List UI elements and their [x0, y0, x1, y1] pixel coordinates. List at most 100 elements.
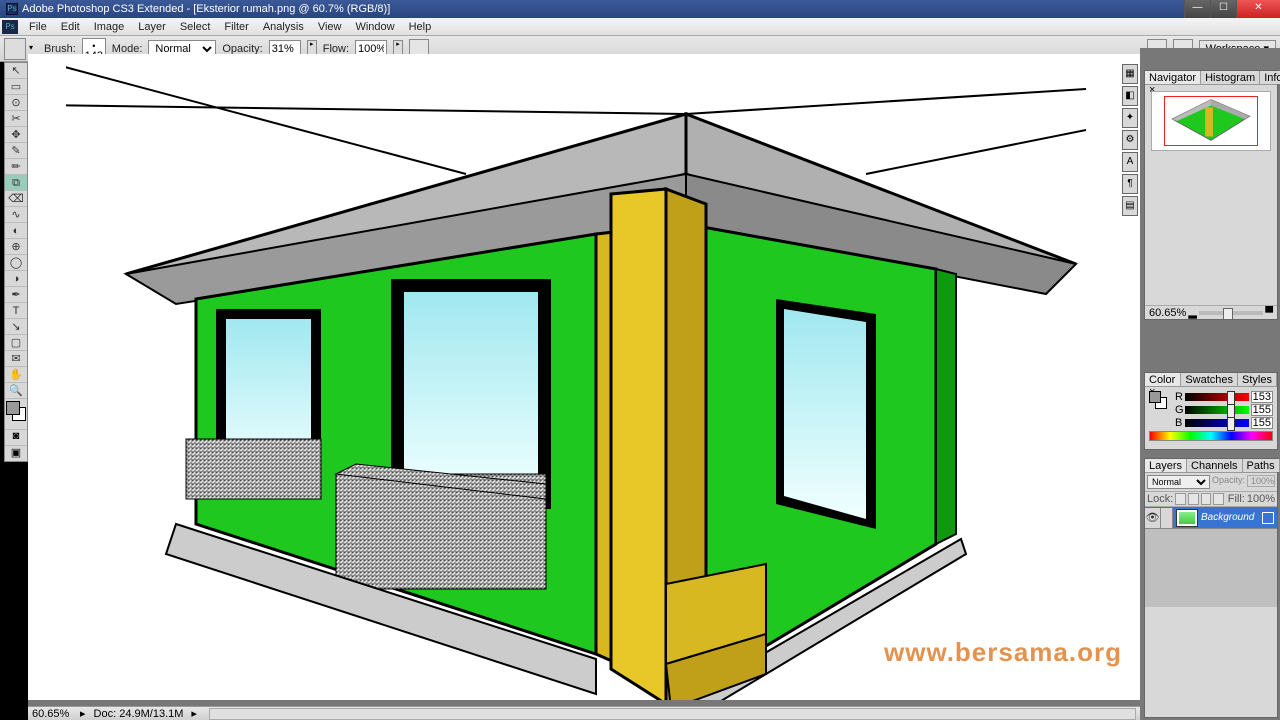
- brush-tool-icon[interactable]: ⧉: [5, 175, 27, 191]
- blur-tool-icon[interactable]: ◯: [5, 255, 27, 271]
- window-title: Adobe Photoshop CS3 Extended - [Eksterio…: [22, 3, 1184, 15]
- lock-position-icon[interactable]: [1201, 493, 1212, 505]
- notes-tool-icon[interactable]: ✉: [5, 351, 27, 367]
- zoom-in-icon[interactable]: ▀: [1265, 307, 1273, 319]
- nav-zoom-value[interactable]: 60.65%: [1149, 307, 1186, 319]
- path-select-tool-icon[interactable]: ↘: [5, 319, 27, 335]
- stamp-tool-icon[interactable]: ⌫: [5, 191, 27, 207]
- brush-label: Brush:: [44, 43, 76, 55]
- flow-label: Flow:: [323, 43, 349, 55]
- nav-zoom-slider[interactable]: [1199, 311, 1263, 315]
- layer-name[interactable]: Background: [1201, 512, 1262, 523]
- collapsed-dock: ▦ ◧ ✦ ⚙ A ¶ ▤: [1120, 62, 1140, 218]
- dock-icon-6[interactable]: ¶: [1122, 174, 1138, 194]
- layer-item[interactable]: 👁 Background: [1145, 507, 1277, 529]
- minimize-button[interactable]: —: [1184, 0, 1210, 18]
- doc-info[interactable]: Doc: 24.9M/13.1M: [94, 708, 184, 720]
- document-canvas[interactable]: www.bersama.org: [28, 54, 1140, 700]
- color-swatch-pair[interactable]: [1149, 391, 1169, 411]
- dodge-tool-icon[interactable]: ◑: [5, 271, 27, 287]
- marquee-tool-icon[interactable]: ▭: [5, 79, 27, 95]
- layer-opacity-value[interactable]: 100%: [1247, 475, 1275, 487]
- pen-tool-icon[interactable]: ✒: [5, 287, 27, 303]
- dock-icon-2[interactable]: ◧: [1122, 86, 1138, 106]
- menu-select[interactable]: Select: [173, 19, 218, 35]
- foreground-color[interactable]: [6, 401, 20, 415]
- status-bar: 60.65% ▸ Doc: 24.9M/13.1M ▸: [28, 706, 1140, 720]
- g-slider[interactable]: [1185, 406, 1249, 414]
- navigator-thumbnail[interactable]: [1151, 91, 1271, 151]
- crop-tool-icon[interactable]: ✥: [5, 127, 27, 143]
- maximize-button[interactable]: ☐: [1210, 0, 1236, 18]
- menu-analysis[interactable]: Analysis: [256, 19, 311, 35]
- zoom-out-icon[interactable]: ▂: [1188, 306, 1196, 319]
- tab-channels[interactable]: Channels: [1187, 459, 1242, 472]
- layer-thumbnail[interactable]: [1176, 509, 1198, 527]
- tab-info[interactable]: Info: [1260, 71, 1280, 84]
- opacity-label: Opacity:: [222, 43, 262, 55]
- menu-file[interactable]: File: [22, 19, 54, 35]
- mode-label: Mode:: [112, 43, 143, 55]
- g-label: G: [1175, 404, 1183, 416]
- eraser-tool-icon[interactable]: ◐: [5, 223, 27, 239]
- menu-filter[interactable]: Filter: [217, 19, 255, 35]
- tab-styles[interactable]: Styles: [1238, 373, 1277, 386]
- dock-icon-3[interactable]: ✦: [1122, 108, 1138, 128]
- close-button[interactable]: ✕: [1236, 0, 1280, 18]
- zoom-readout[interactable]: 60.65%: [32, 708, 72, 720]
- r-slider[interactable]: [1185, 393, 1249, 401]
- screen-mode-toggle-icon[interactable]: ▣: [5, 445, 27, 461]
- zoom-tool-icon[interactable]: 🔍: [5, 383, 27, 399]
- gradient-tool-icon[interactable]: ⊕: [5, 239, 27, 255]
- type-tool-icon[interactable]: T: [5, 303, 27, 319]
- tool-preset-picker[interactable]: [4, 38, 26, 60]
- history-brush-tool-icon[interactable]: ∿: [5, 207, 27, 223]
- tab-paths[interactable]: Paths: [1243, 459, 1280, 472]
- r-value[interactable]: 153: [1251, 391, 1273, 403]
- move-tool-icon[interactable]: ↖: [5, 63, 27, 79]
- menu-image[interactable]: Image: [87, 19, 132, 35]
- status-arrow-icon[interactable]: ▸: [191, 707, 197, 720]
- quick-mask-icon[interactable]: ◙: [5, 429, 27, 445]
- b-slider[interactable]: [1185, 419, 1249, 427]
- layer-lock-icon: [1262, 512, 1274, 524]
- menu-bar: Ps File Edit Image Layer Select Filter A…: [0, 18, 1280, 36]
- dock-icon-7[interactable]: ▤: [1122, 196, 1138, 216]
- menu-layer[interactable]: Layer: [131, 19, 173, 35]
- app-icon: Ps: [6, 3, 18, 15]
- menu-view[interactable]: View: [311, 19, 349, 35]
- color-swatches[interactable]: [5, 399, 27, 429]
- fill-value[interactable]: 100%: [1247, 493, 1275, 505]
- hand-tool-icon[interactable]: ✋: [5, 367, 27, 383]
- quick-select-tool-icon[interactable]: ✂: [5, 111, 27, 127]
- menu-edit[interactable]: Edit: [54, 19, 87, 35]
- work-area: www.bersama.org: [28, 62, 1140, 706]
- dock-icon-1[interactable]: ▦: [1122, 64, 1138, 84]
- tab-navigator[interactable]: Navigator ×: [1145, 71, 1201, 84]
- lock-transparency-icon[interactable]: [1175, 493, 1186, 505]
- tab-swatches[interactable]: Swatches: [1181, 373, 1238, 386]
- g-value[interactable]: 155: [1251, 404, 1273, 416]
- b-value[interactable]: 155: [1251, 417, 1273, 429]
- horizontal-scrollbar[interactable]: [209, 708, 1136, 720]
- color-panel: Color × Swatches Styles R153 G155 B155: [1144, 372, 1278, 450]
- visibility-eye-icon[interactable]: 👁: [1145, 508, 1161, 528]
- toolbox: ↖ ▭ ⊙ ✂ ✥ ✎ ✏ ⧉ ⌫ ∿ ◐ ⊕ ◯ ◑ ✒ T ↘ ▢ ✉ ✋ …: [4, 62, 28, 462]
- shape-tool-icon[interactable]: ▢: [5, 335, 27, 351]
- lasso-tool-icon[interactable]: ⊙: [5, 95, 27, 111]
- tab-histogram[interactable]: Histogram: [1201, 71, 1260, 84]
- dock-icon-5[interactable]: A: [1122, 152, 1138, 172]
- eyedropper-tool-icon[interactable]: ✎: [5, 143, 27, 159]
- healing-tool-icon[interactable]: ✏: [5, 159, 27, 175]
- blend-mode-select[interactable]: Normal: [1147, 475, 1210, 489]
- color-spectrum[interactable]: [1149, 431, 1273, 441]
- b-label: B: [1175, 417, 1183, 429]
- lock-all-icon[interactable]: [1213, 493, 1224, 505]
- tab-layers[interactable]: Layers ×: [1145, 459, 1187, 472]
- menu-help[interactable]: Help: [402, 19, 439, 35]
- navigator-view-box[interactable]: [1164, 96, 1258, 146]
- menu-window[interactable]: Window: [348, 19, 401, 35]
- lock-pixels-icon[interactable]: [1188, 493, 1199, 505]
- dock-icon-4[interactable]: ⚙: [1122, 130, 1138, 150]
- tab-color[interactable]: Color ×: [1145, 373, 1181, 386]
